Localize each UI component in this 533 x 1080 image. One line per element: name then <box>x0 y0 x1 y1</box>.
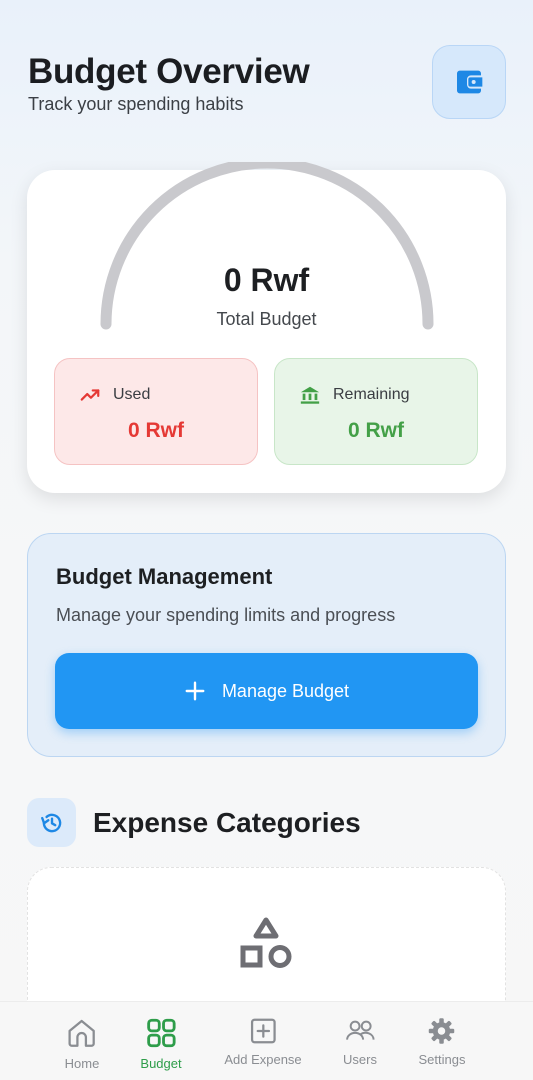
nav-item-home[interactable]: Home <box>64 1016 100 1071</box>
total-budget-label: Total Budget <box>216 309 317 329</box>
nav-label-add-expense: Add Expense <box>224 1052 302 1067</box>
manage-budget-button[interactable]: Manage Budget <box>55 653 478 729</box>
used-label: Used <box>113 386 151 403</box>
nav-item-settings[interactable]: Settings <box>418 1016 466 1067</box>
nav-label-budget: Budget <box>140 1056 182 1071</box>
plus-icon <box>185 681 205 701</box>
home-icon <box>68 1019 96 1047</box>
bottom-navigation: Home Budget Add Expense Users Settings <box>0 1001 533 1080</box>
budget-management-description: Manage your spending limits and progress <box>56 605 396 625</box>
remaining-label: Remaining <box>333 386 410 403</box>
bank-icon <box>300 386 320 404</box>
add-box-icon <box>250 1018 276 1044</box>
shapes-icon <box>240 917 292 968</box>
budget-management-title: Budget Management <box>56 564 273 589</box>
budget-summary-card: 0 Rwf Total Budget Used 0 Rwf Remaining … <box>27 162 506 493</box>
remaining-value: 0 Rwf <box>347 419 404 442</box>
expense-categories-title: Expense Categories <box>93 806 361 838</box>
trending-up-icon <box>80 389 100 401</box>
users-icon <box>346 1020 375 1040</box>
nav-label-home: Home <box>64 1056 100 1071</box>
remaining-stat-card: Remaining 0 Rwf <box>274 358 478 465</box>
budget-management-card: Budget Management Manage your spending l… <box>27 533 506 757</box>
history-icon <box>40 813 61 832</box>
nav-label-settings: Settings <box>418 1052 466 1067</box>
total-budget-amount: 0 Rwf <box>223 262 310 298</box>
gear-icon <box>429 1018 455 1044</box>
grid-icon <box>146 1018 176 1048</box>
gauge-track <box>100 162 434 330</box>
nav-item-budget[interactable]: Budget <box>140 1016 182 1071</box>
page-title: Budget Overview <box>28 52 310 91</box>
nav-item-add-expense[interactable]: Add Expense <box>224 1016 302 1067</box>
used-value: 0 Rwf <box>127 419 184 442</box>
nav-label-users: Users <box>343 1052 377 1067</box>
manage-budget-label: Manage Budget <box>221 680 350 701</box>
nav-item-users[interactable]: Users <box>343 1016 377 1067</box>
page-header: Budget Overview Track your spending habi… <box>28 52 310 115</box>
wallet-icon <box>457 70 483 94</box>
wallet-button[interactable] <box>432 45 506 119</box>
used-stat-card: Used 0 Rwf <box>54 358 258 465</box>
expense-categories-header: Expense Categories <box>27 798 361 847</box>
section-icon-box <box>27 798 76 847</box>
page-subtitle: Track your spending habits <box>28 94 244 114</box>
